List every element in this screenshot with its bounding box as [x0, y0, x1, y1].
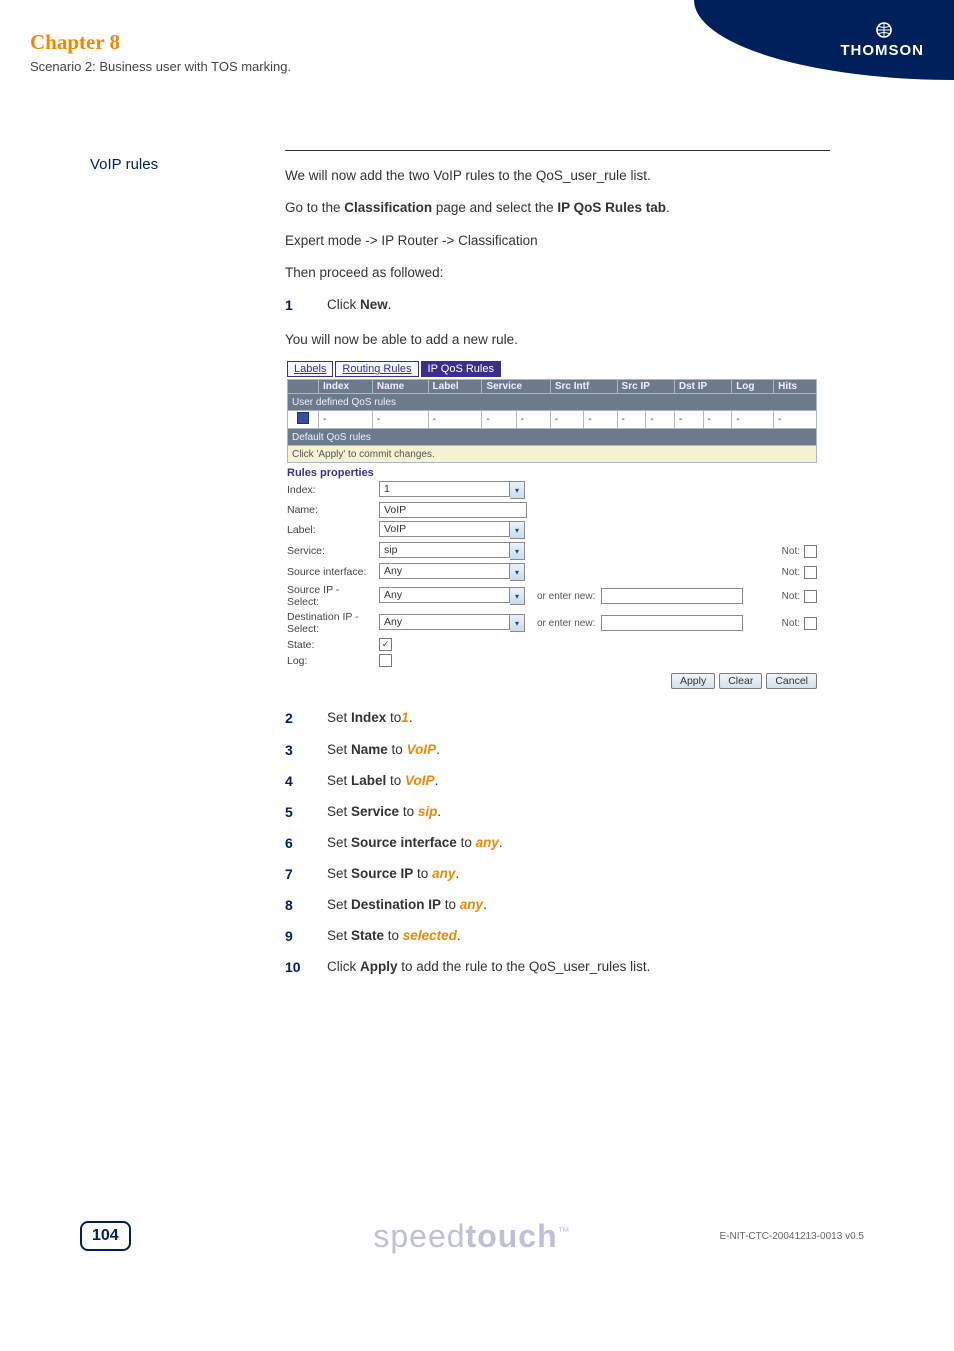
- chevron-down-icon[interactable]: ▾: [510, 542, 525, 560]
- step-number: 2: [285, 707, 307, 730]
- step-number: 3: [285, 739, 307, 762]
- row-select-icon[interactable]: [297, 412, 309, 424]
- intro-line-1: We will now add the two VoIP rules to th…: [285, 165, 825, 187]
- page-number: 104: [80, 1221, 131, 1251]
- label-name: Name:: [287, 504, 373, 516]
- step: 6Set Source interface to any.: [285, 832, 825, 855]
- qos-rules-panel: Labels Routing Rules IP QoS Rules Index …: [287, 361, 817, 689]
- label-service: Service:: [287, 545, 373, 557]
- label-log: Log:: [287, 655, 373, 667]
- index-select[interactable]: 1: [379, 481, 510, 497]
- not-checkbox[interactable]: [804, 545, 817, 558]
- dst-ip-input[interactable]: [601, 615, 743, 631]
- brand-footer: speedtouch™: [373, 1218, 570, 1255]
- step: 7Set Source IP to any.: [285, 863, 825, 886]
- tab-labels[interactable]: Labels: [287, 361, 333, 377]
- doc-reference: E-NIT-CTC-20041213-0013 v0.5: [719, 1231, 864, 1242]
- label-srcip: Source IP - Select:: [287, 584, 373, 608]
- step: 3Set Name to VoIP.: [285, 739, 825, 762]
- step-1: 1 Click New.: [285, 294, 825, 317]
- divider: [285, 150, 830, 151]
- name-input[interactable]: VoIP: [379, 502, 527, 518]
- table-row[interactable]: -------------: [288, 411, 817, 429]
- default-rules-header: Default QoS rules: [288, 429, 817, 446]
- step-number: 6: [285, 832, 307, 855]
- label-index: Index:: [287, 484, 373, 496]
- step-number: 9: [285, 925, 307, 948]
- globe-icon: [874, 20, 894, 40]
- chevron-down-icon[interactable]: ▾: [510, 563, 525, 581]
- chapter-header: Chapter 8 Scenario 2: Business user with…: [30, 30, 291, 74]
- rules-table: Index Name Label Service Src Intf Src IP…: [287, 379, 817, 463]
- step: 4Set Label to VoIP.: [285, 770, 825, 793]
- cancel-button[interactable]: Cancel: [766, 673, 817, 689]
- intro-line-2: Go to the Classification page and select…: [285, 197, 825, 219]
- state-checkbox[interactable]: ✓: [379, 638, 392, 651]
- tab-routing-rules[interactable]: Routing Rules: [335, 361, 418, 377]
- label-state: State:: [287, 639, 373, 651]
- label-label: Label:: [287, 524, 373, 536]
- apply-button[interactable]: Apply: [671, 673, 715, 689]
- clear-button[interactable]: Clear: [719, 673, 762, 689]
- intro-line-4: Then proceed as followed:: [285, 262, 825, 284]
- log-checkbox[interactable]: [379, 654, 392, 667]
- tab-ip-qos-rules[interactable]: IP QoS Rules: [421, 361, 501, 377]
- label-dstip: Destination IP - Select:: [287, 611, 373, 635]
- dst-ip-select[interactable]: Any: [379, 614, 510, 630]
- step-number: 4: [285, 770, 307, 793]
- step-number: 5: [285, 801, 307, 824]
- step-number: 1: [285, 294, 307, 317]
- section-heading: VoIP rules: [90, 156, 158, 173]
- src-ip-input[interactable]: [601, 588, 743, 604]
- step-number: 8: [285, 894, 307, 917]
- user-rules-header: User defined QoS rules: [288, 394, 817, 411]
- label-srcintf: Source interface:: [287, 566, 373, 578]
- chapter-title: Chapter 8: [30, 30, 291, 55]
- not-checkbox[interactable]: [804, 617, 817, 630]
- chevron-down-icon[interactable]: ▾: [510, 587, 525, 605]
- chevron-down-icon[interactable]: ▾: [510, 614, 525, 632]
- step: 10Click Apply to add the rule to the QoS…: [285, 956, 825, 979]
- after-click-line: You will now be able to add a new rule.: [285, 329, 825, 351]
- chevron-down-icon[interactable]: ▾: [510, 481, 525, 499]
- not-checkbox[interactable]: [804, 590, 817, 603]
- step: 2Set Index to1.: [285, 707, 825, 730]
- commit-hint: Click 'Apply' to commit changes.: [288, 446, 817, 463]
- step: 5Set Service to sip.: [285, 801, 825, 824]
- brand-text: THOMSON: [840, 42, 924, 59]
- rules-properties-title: Rules properties: [287, 467, 817, 479]
- step-number: 10: [285, 956, 307, 979]
- service-select[interactable]: sip: [379, 542, 510, 558]
- src-ip-select[interactable]: Any: [379, 587, 510, 603]
- step-number: 7: [285, 863, 307, 886]
- brand-logo: THOMSON: [694, 0, 954, 100]
- label-select[interactable]: VoIP: [379, 521, 510, 537]
- intro-line-3: Expert mode -> IP Router -> Classificati…: [285, 230, 825, 252]
- chapter-subtitle: Scenario 2: Business user with TOS marki…: [30, 59, 291, 74]
- step: 8Set Destination IP to any.: [285, 894, 825, 917]
- chevron-down-icon[interactable]: ▾: [510, 521, 525, 539]
- step: 9Set State to selected.: [285, 925, 825, 948]
- src-interface-select[interactable]: Any: [379, 563, 510, 579]
- not-checkbox[interactable]: [804, 566, 817, 579]
